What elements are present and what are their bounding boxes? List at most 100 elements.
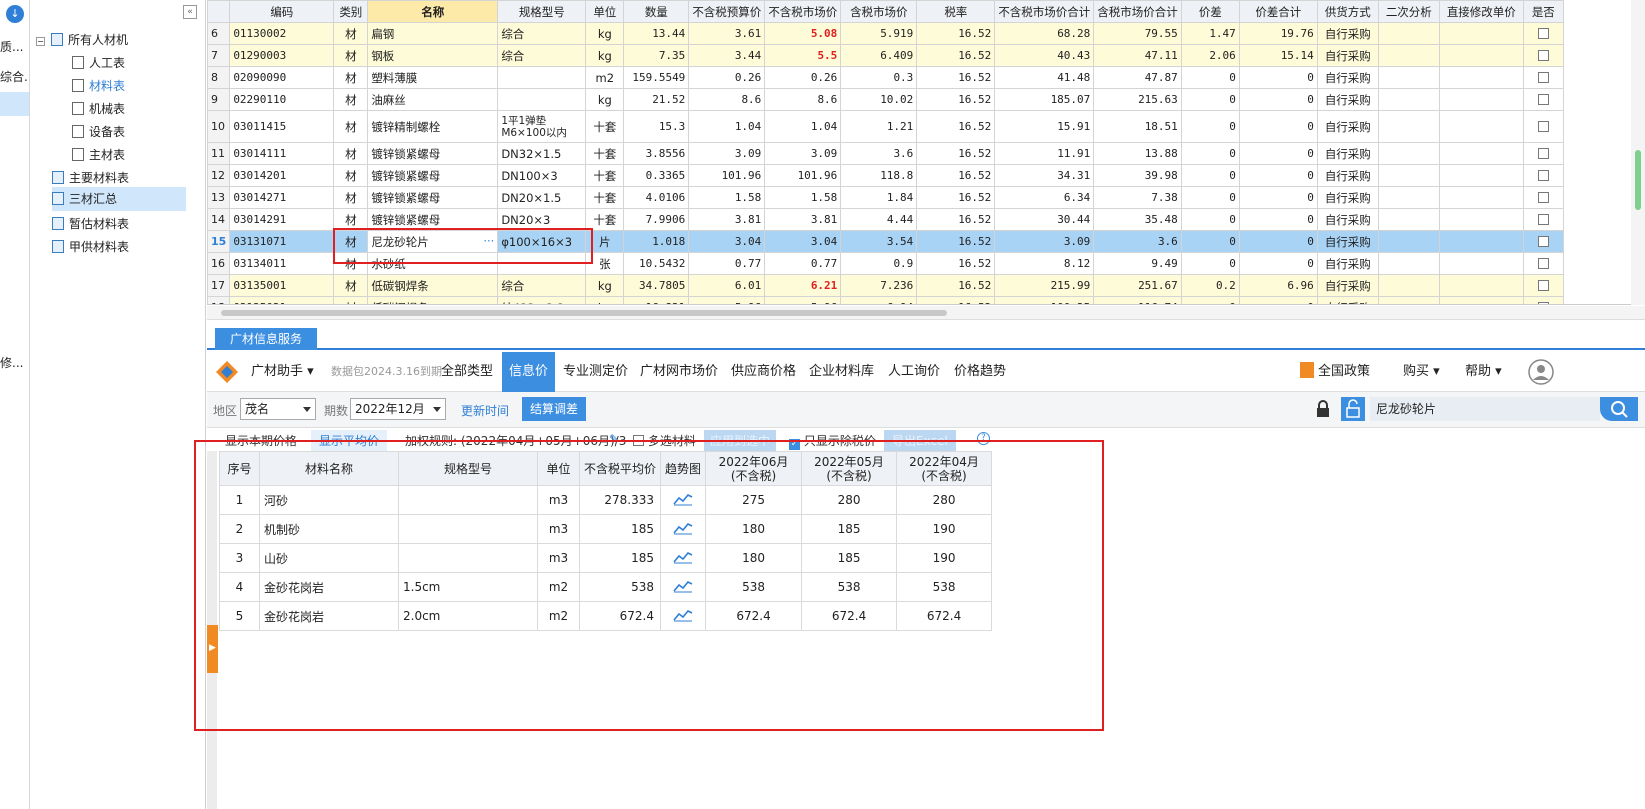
tree-node-owner-supplied[interactable]: 甲供材料表 <box>52 236 129 258</box>
grid-horizontal-scrollbar[interactable] <box>207 306 1645 320</box>
cell-code[interactable]: 03014271 <box>229 186 335 209</box>
cell-analysis[interactable] <box>1377 22 1440 45</box>
tree-node-provisional[interactable]: 暂估材料表 <box>52 213 129 235</box>
checkbox-icon[interactable] <box>1537 169 1549 181</box>
cell-qty[interactable]: 4.0106 <box>623 186 690 209</box>
cell-name[interactable]: 镀锌精制螺栓 <box>367 110 499 143</box>
cell-sum[interactable]: 34.31 <box>994 164 1095 187</box>
cell-cat[interactable]: 材 <box>333 142 369 165</box>
cell-budget[interactable]: 5.96 <box>688 296 766 304</box>
info-cell-trend[interactable] <box>660 514 707 544</box>
grid-column-header[interactable]: 编码 <box>229 0 335 23</box>
cell-sum-tax[interactable]: 251.67 <box>1093 274 1182 297</box>
help-icon[interactable]: ? <box>977 432 990 445</box>
cell-spec[interactable]: DN100×3 <box>497 164 587 187</box>
cell-unit[interactable]: m2 <box>585 66 625 89</box>
ellipsis-button[interactable]: ··· <box>483 234 494 248</box>
cell-supply[interactable]: 自行采购 <box>1316 164 1379 187</box>
cell-name[interactable]: 低碳钢焊条 <box>367 296 499 304</box>
cell-spec[interactable]: DN20×1.5 <box>497 186 587 209</box>
cell-spec[interactable]: 结422 φ3.2 <box>497 296 587 304</box>
table-row[interactable]: 3 山砂 m3 185 180 185 190 <box>219 543 993 573</box>
cell-qty[interactable]: 21.52 <box>623 88 690 111</box>
grid-column-header[interactable]: 规格型号 <box>497 0 587 23</box>
cell-supply[interactable]: 自行采购 <box>1316 252 1379 275</box>
info-cell-trend[interactable] <box>660 485 707 515</box>
cell-spec[interactable]: 1平1弹垫 M6×100以内 <box>497 110 587 143</box>
row-number[interactable]: 15 <box>207 230 231 253</box>
cell-diff-sum[interactable]: 0 <box>1238 88 1318 111</box>
cell-qty[interactable]: 7.9906 <box>623 208 690 231</box>
row-number[interactable]: 8 <box>207 66 231 89</box>
cell-cat[interactable]: 材 <box>333 230 369 253</box>
cell-diff[interactable]: 0 <box>1180 88 1240 111</box>
cell-diff[interactable]: 0 <box>1180 142 1240 165</box>
cell-unit[interactable]: 十套 <box>585 164 625 187</box>
cell-rate[interactable]: 16.52 <box>916 66 996 89</box>
table-row[interactable]: 15 03131071 材尼龙砂轮片 ··· φ100×16×3 片 1.018 3.04 3.… <box>207 230 1564 253</box>
cell-name[interactable]: 镀锌锁紧螺母 <box>367 208 499 231</box>
tree-node-all[interactable]: − 所有人材机 <box>36 29 128 51</box>
cell-code[interactable]: 03014201 <box>229 164 335 187</box>
buy-dropdown[interactable]: 购买 ▾ <box>1403 352 1440 392</box>
cell-budget[interactable]: 3.61 <box>688 22 766 45</box>
table-row[interactable]: 16 03134011 材水砂纸张 10.5432 0.77 0.77 0.9 16.52 8.… <box>207 252 1564 275</box>
cell-qty[interactable]: 3.8556 <box>623 142 690 165</box>
cell-sum[interactable]: 6.34 <box>994 186 1095 209</box>
cell-cat[interactable]: 材 <box>333 186 369 209</box>
cell-budget[interactable]: 3.44 <box>688 44 766 67</box>
region-select[interactable]: 茂名 <box>240 398 316 420</box>
grid-column-header[interactable]: 单位 <box>585 0 625 23</box>
cell-market[interactable]: 0.77 <box>764 252 842 275</box>
cell-sum-tax[interactable]: 39.98 <box>1093 164 1182 187</box>
checkbox-icon[interactable] <box>1537 120 1549 132</box>
cell-name[interactable]: 钢板 <box>367 44 499 67</box>
table-row[interactable]: 12 03014201 材镀锌锁紧螺母 DN100×3 十套 0.3365 101.96 10… <box>207 164 1564 187</box>
tree-node-key-materials[interactable]: 主要材料表 <box>52 167 129 189</box>
cell-direct-edit[interactable] <box>1438 22 1524 45</box>
row-number[interactable]: 10 <box>207 110 231 143</box>
info-column-header[interactable]: 2022年04月 (不含税) <box>896 451 993 486</box>
tab-professional-price[interactable]: 专业测定价 <box>563 352 628 392</box>
export-excel-button[interactable]: 导出Excel <box>884 430 956 451</box>
cell-name[interactable]: 塑料薄膜 <box>367 66 499 89</box>
cell-sum[interactable]: 185.07 <box>994 88 1095 111</box>
multi-select-checkbox[interactable]: 多选材料 <box>633 432 696 449</box>
lock-icon[interactable] <box>1315 400 1331 418</box>
cell-code[interactable]: 02290110 <box>229 88 335 111</box>
update-time-link[interactable]: 更新时间 <box>461 402 509 419</box>
row-number[interactable]: 7 <box>207 44 231 67</box>
cell-cat[interactable]: 材 <box>333 252 369 275</box>
expand-panel-tab[interactable]: ▶ <box>207 625 218 673</box>
info-column-header[interactable]: 趋势图 <box>660 451 707 486</box>
cell-code[interactable]: 02090090 <box>229 66 335 89</box>
cell-code[interactable]: 03135021 <box>229 296 335 304</box>
cell-direct-edit[interactable] <box>1438 110 1524 143</box>
national-policy-button[interactable]: 全国政策 <box>1300 352 1370 392</box>
tab-all-types[interactable]: 全部类型 <box>441 352 493 392</box>
table-row[interactable]: 1803135021材低碳钢焊条结422 φ3.2kg16.8215.965.9… <box>207 296 1564 304</box>
table-row[interactable]: 2 机制砂 m3 185 180 185 190 <box>219 514 993 544</box>
grid-column-header[interactable]: 是否 <box>1522 0 1564 23</box>
checkbox-icon[interactable] <box>1537 191 1549 203</box>
cell-sum-tax[interactable]: 3.6 <box>1093 230 1182 253</box>
search-button[interactable] <box>1600 397 1638 421</box>
cell-spec[interactable] <box>497 252 587 275</box>
cell-budget[interactable]: 6.01 <box>688 274 766 297</box>
cell-name[interactable]: 尼龙砂轮片 ··· <box>367 230 499 253</box>
cell-name[interactable]: 油麻丝 <box>367 88 499 111</box>
cell-supply[interactable]: 自行采购 <box>1316 110 1379 143</box>
grid-column-header[interactable]: 数量 <box>623 0 690 23</box>
cell-code[interactable]: 01130002 <box>229 22 335 45</box>
user-avatar-icon[interactable] <box>1527 358 1555 386</box>
collapse-node-icon[interactable]: − <box>36 37 45 46</box>
cell-rate[interactable]: 16.52 <box>916 88 996 111</box>
cell-sum[interactable]: 8.12 <box>994 252 1095 275</box>
strip-label-1[interactable]: 质... <box>0 38 29 55</box>
strip-selected-item[interactable] <box>0 92 29 116</box>
cell-direct-edit[interactable] <box>1438 208 1524 231</box>
table-row[interactable]: 7 01290003 材钢板 综合 kg 7.35 3.44 5.5 6.409 16.52 40.… <box>207 44 1564 67</box>
cell-checkbox[interactable] <box>1522 142 1564 165</box>
cell-spec[interactable] <box>497 66 587 89</box>
trend-chart-icon[interactable] <box>673 608 693 622</box>
